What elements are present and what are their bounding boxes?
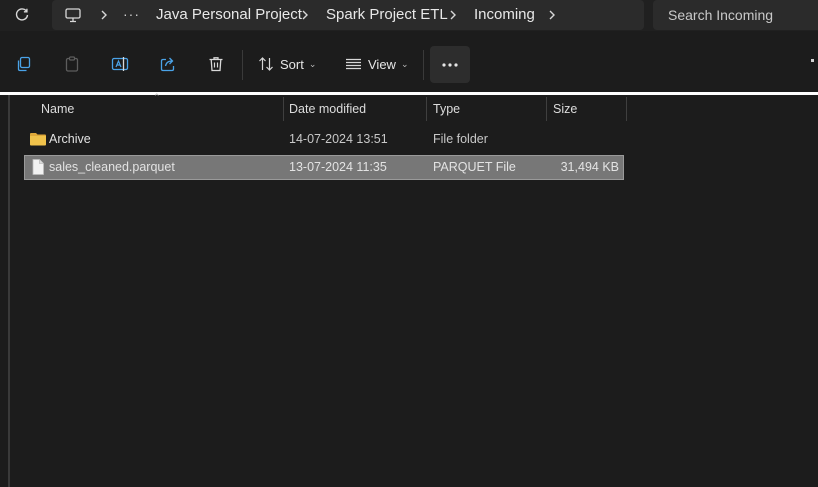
file-type: File folder [433,132,488,146]
delete-icon [209,57,223,72]
file-date-modified: 14-07-2024 13:51 [289,132,388,146]
file-size: 31,494 KB [560,160,619,174]
sort-label: Sort [280,56,304,72]
refresh-icon [15,8,29,21]
chevron-right-icon[interactable] [300,8,310,22]
toolbar-separator [423,50,424,80]
command-bar: Sort ⌄ View ⌄ [0,31,818,92]
file-date-modified: 13-07-2024 11:35 [289,160,387,174]
navigation-pane-edge [8,95,10,487]
sort-button[interactable]: Sort ⌄ [258,53,316,75]
column-header-type[interactable]: Type [427,95,546,123]
chevron-right-icon[interactable] [448,8,458,22]
breadcrumb-overflow-button[interactable]: ··· [123,6,140,22]
breadcrumb-item-java-personal-project[interactable]: Java Personal Project [156,6,302,23]
this-pc-icon[interactable] [64,6,82,24]
copy-icon [17,56,31,72]
search-input[interactable]: Search Incoming [653,0,818,30]
breadcrumb[interactable]: ··· Java Personal Project Spark Project … [52,0,644,30]
sort-ascending-icon: ⌃ [153,92,161,102]
rename-icon [111,57,129,71]
breadcrumb-item-spark-project-etl[interactable]: Spark Project ETL [326,6,448,23]
list-item-archive[interactable]: Archive 14-07-2024 13:51 File folder [25,128,623,151]
view-icon [346,58,361,70]
view-label: View [368,56,396,72]
file-icon [32,159,44,175]
share-icon [160,57,175,72]
list-item-sales-cleaned-parquet[interactable]: sales_cleaned.parquet 13-07-2024 11:35 P… [24,155,624,180]
paste-icon [65,56,79,72]
chevron-down-icon: ⌄ [308,58,317,69]
refresh-button[interactable] [10,4,34,26]
column-header-size[interactable]: Size [547,95,626,123]
paste-button[interactable] [60,53,84,75]
column-header-date[interactable]: Date modified [283,95,426,123]
chevron-right-icon[interactable] [547,8,557,22]
file-type: PARQUET File [433,160,516,174]
column-header-type-label: Type [433,102,461,116]
chevron-down-icon: ⌄ [400,58,409,69]
sort-icon [259,57,273,71]
toolbar-separator [242,50,243,80]
column-separator[interactable] [626,97,627,121]
column-header-name-label: Name [41,102,75,116]
see-more-button[interactable] [430,46,470,83]
column-header-date-label: Date modified [289,102,367,116]
folder-icon [30,133,46,146]
chevron-right-icon[interactable] [99,8,109,22]
column-header-size-label: Size [553,102,578,116]
file-name: Archive [49,132,91,146]
breadcrumb-item-incoming[interactable]: Incoming [474,6,535,23]
share-button[interactable] [156,53,180,75]
delete-button[interactable] [204,53,228,75]
file-list: Name ⌃ Date modified Type Size Archive 1… [0,92,818,487]
rename-button[interactable] [108,53,132,75]
copy-button[interactable] [12,53,36,75]
view-button[interactable]: View ⌄ [345,53,409,75]
file-name: sales_cleaned.parquet [49,160,175,174]
address-bar-row: ··· Java Personal Project Spark Project … [0,0,818,31]
toolbar-overflow-icon[interactable] [811,59,814,62]
more-horizontal-icon [442,62,458,67]
